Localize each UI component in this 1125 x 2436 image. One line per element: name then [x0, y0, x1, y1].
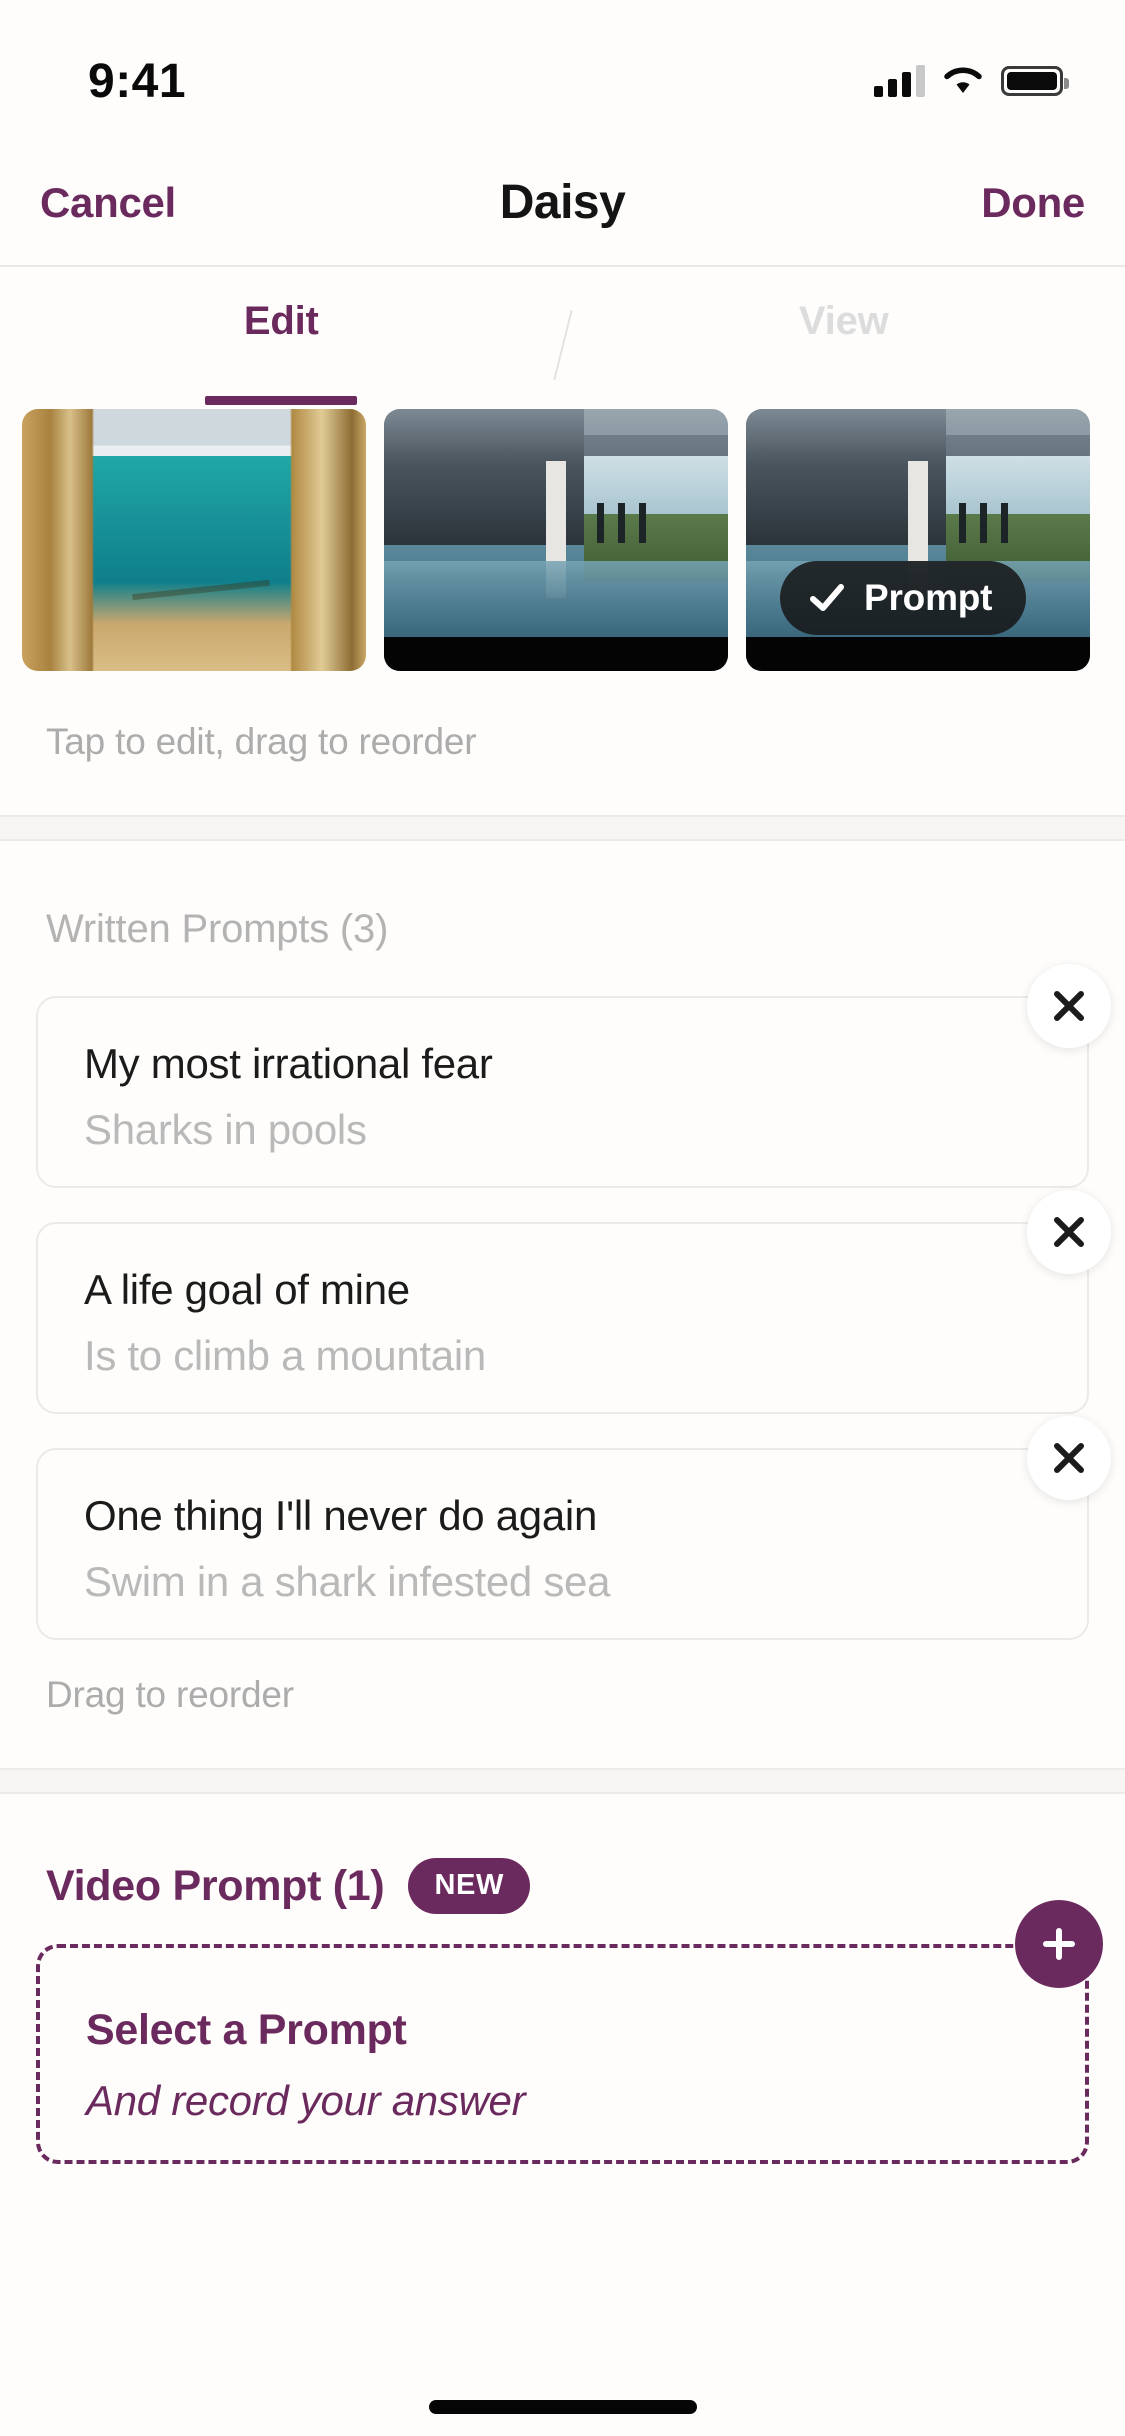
prompt-question: My most irrational fear [84, 1040, 493, 1087]
done-button[interactable]: Done [981, 179, 1085, 227]
video-prompt-header: Video Prompt (1) NEW [0, 1794, 1125, 1914]
photo-hint-text: Tap to edit, drag to reorder [46, 721, 477, 762]
status-icons [874, 65, 1069, 97]
prompt-question: One thing I'll never do again [84, 1492, 597, 1539]
new-badge: NEW [408, 1858, 530, 1914]
cancel-button[interactable]: Cancel [40, 179, 176, 227]
select-prompt-title: Select a Prompt [86, 2006, 407, 2054]
status-bar: 9:41 [0, 0, 1125, 140]
photo-thumbnail[interactable] [22, 409, 366, 671]
prompt-answer: Sharks in pools [84, 1106, 367, 1154]
tab-edit[interactable]: Edit [0, 267, 563, 405]
home-indicator [428, 2400, 697, 2414]
written-prompts-list: My most irrational fear Sharks in pools … [0, 952, 1125, 1640]
tab-view[interactable]: View [563, 267, 1125, 405]
written-prompt-card[interactable]: One thing I'll never do again Swim in a … [36, 1416, 1111, 1640]
tab-bar: Edit View [0, 267, 1125, 405]
wifi-icon [944, 67, 982, 93]
signal-bars-icon [874, 65, 925, 97]
section-divider [0, 1768, 1125, 1794]
photo-thumbnail-with-prompt[interactable]: Prompt [746, 409, 1090, 671]
written-prompt-card[interactable]: My most irrational fear Sharks in pools [36, 964, 1111, 1188]
close-icon [1054, 1217, 1084, 1247]
remove-prompt-button[interactable] [1027, 1416, 1111, 1500]
written-prompts-section: Written Prompts (3) My most irrational f… [0, 841, 1125, 1716]
close-icon [1054, 1443, 1084, 1473]
close-icon [1054, 991, 1084, 1021]
remove-prompt-button[interactable] [1027, 1190, 1111, 1274]
written-prompts-hint: Drag to reorder [46, 1674, 294, 1715]
nav-bar: Cancel Daisy Done [0, 140, 1125, 267]
video-prompt-section: Video Prompt (1) NEW Select a Prompt And… [0, 1794, 1125, 2164]
video-prompt-box-wrapper: Select a Prompt And record your answer [0, 1900, 1125, 2164]
photo-prompt-badge[interactable]: Prompt [780, 561, 1027, 635]
prompt-answer: Swim in a shark infested sea [84, 1558, 611, 1606]
add-video-prompt-button[interactable] [1015, 1900, 1103, 1988]
tab-active-indicator [205, 396, 358, 405]
tab-view-label: View [798, 299, 889, 343]
check-icon [810, 584, 844, 611]
written-prompts-title: Written Prompts (3) [46, 907, 389, 951]
select-prompt-subtitle: And record your answer [86, 2077, 526, 2124]
remove-prompt-button[interactable] [1027, 964, 1111, 1048]
app-screen: 9:41 Cancel Daisy Done Edit View Prompt … [0, 0, 1125, 2436]
video-prompt-title: Video Prompt (1) [46, 1861, 385, 1910]
written-prompt-card[interactable]: A life goal of mine Is to climb a mounta… [36, 1190, 1111, 1414]
battery-icon [1001, 66, 1069, 96]
photo-carousel[interactable]: Prompt [0, 409, 1125, 671]
prompt-question: A life goal of mine [84, 1266, 410, 1313]
prompt-answer: Is to climb a mountain [84, 1332, 486, 1380]
photo-prompt-badge-label: Prompt [864, 577, 993, 618]
select-prompt-card[interactable]: Select a Prompt And record your answer [36, 1944, 1089, 2164]
status-time: 9:41 [88, 54, 187, 108]
photo-thumbnail[interactable] [384, 409, 728, 671]
photo-section: Prompt Tap to edit, drag to reorder [0, 405, 1125, 763]
plus-icon [1043, 1928, 1075, 1960]
tab-edit-label: Edit [243, 299, 319, 343]
section-divider [0, 815, 1125, 841]
